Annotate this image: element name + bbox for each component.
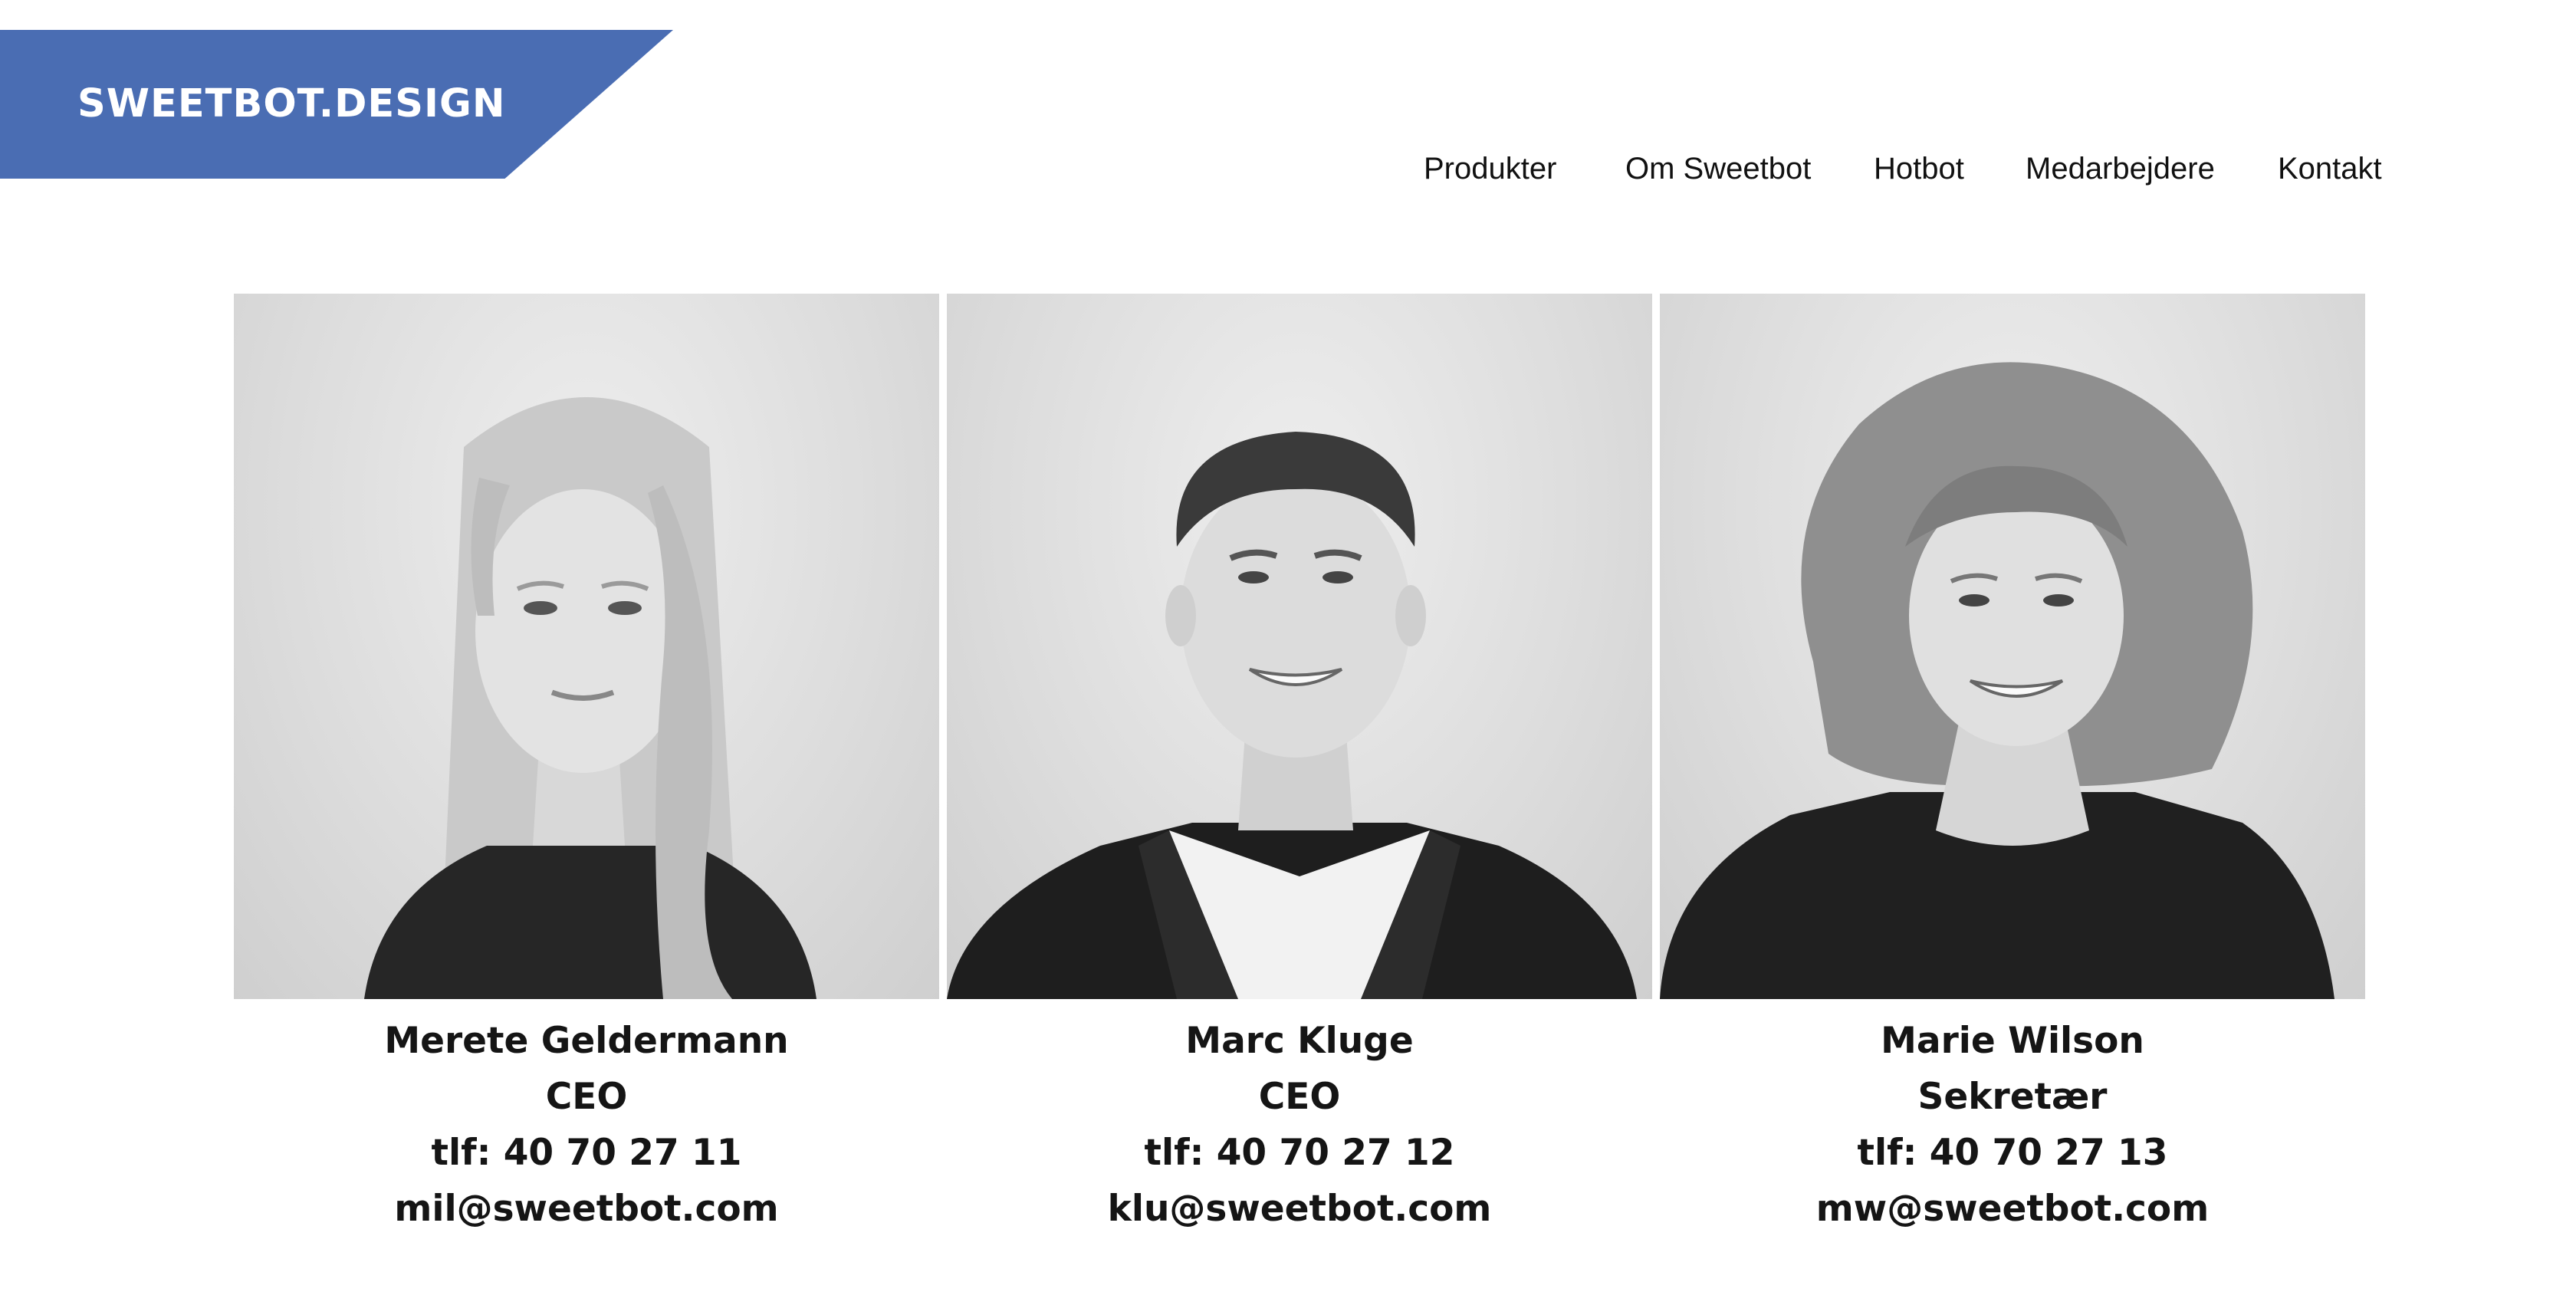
staff-email[interactable]: klu@sweetbot.com: [947, 1181, 1652, 1237]
staff-email[interactable]: mil@sweetbot.com: [234, 1181, 939, 1237]
staff-name: Marc Kluge: [1185, 1020, 1414, 1062]
staff-info: Marc Kluge CEO tlf: 40 70 27 12 klu@swee…: [947, 1013, 1652, 1237]
staff-photo: [234, 294, 939, 999]
main-nav: Produkter Om Sweetbot Hotbot Medarbejder…: [0, 146, 2576, 192]
staff-card: Merete Geldermann CEO tlf: 40 70 27 11 m…: [234, 294, 939, 1244]
staff-title: CEO: [545, 1076, 628, 1118]
staff-photo: [947, 294, 1652, 999]
staff-phone[interactable]: tlf: 40 70 27 11: [234, 1125, 939, 1181]
nav-item-produkter[interactable]: Produkter: [1424, 146, 1556, 192]
staff-name: Marie Wilson: [1881, 1020, 2144, 1062]
staff-name: Merete Geldermann: [384, 1020, 789, 1062]
nav-item-medarbejdere[interactable]: Medarbejdere: [2026, 146, 2215, 192]
staff-photo: [1660, 294, 2365, 999]
nav-item-hotbot[interactable]: Hotbot: [1874, 146, 1964, 192]
staff-info: Marie Wilson Sekretær tlf: 40 70 27 13 m…: [1660, 1013, 2365, 1237]
nav-item-om-sweetbot[interactable]: Om Sweetbot: [1625, 146, 1811, 192]
staff-phone[interactable]: tlf: 40 70 27 13: [1660, 1125, 2365, 1181]
staff-title: CEO: [1258, 1076, 1341, 1118]
portrait-man-suit: [947, 432, 1637, 999]
staff-title: Sekretær: [1917, 1076, 2108, 1118]
staff-card: Marc Kluge CEO tlf: 40 70 27 12 klu@swee…: [947, 294, 1652, 1244]
staff-phone[interactable]: tlf: 40 70 27 12: [947, 1125, 1652, 1181]
portrait-woman-long-hair: [364, 397, 816, 999]
nav-item-kontakt[interactable]: Kontakt: [2278, 146, 2382, 192]
staff-info: Merete Geldermann CEO tlf: 40 70 27 11 m…: [234, 1013, 939, 1237]
staff-grid: Merete Geldermann CEO tlf: 40 70 27 11 m…: [234, 294, 2365, 1244]
portrait-woman-curly-hair: [1660, 362, 2334, 999]
staff-email[interactable]: mw@sweetbot.com: [1660, 1181, 2365, 1237]
staff-card: Marie Wilson Sekretær tlf: 40 70 27 13 m…: [1660, 294, 2365, 1244]
